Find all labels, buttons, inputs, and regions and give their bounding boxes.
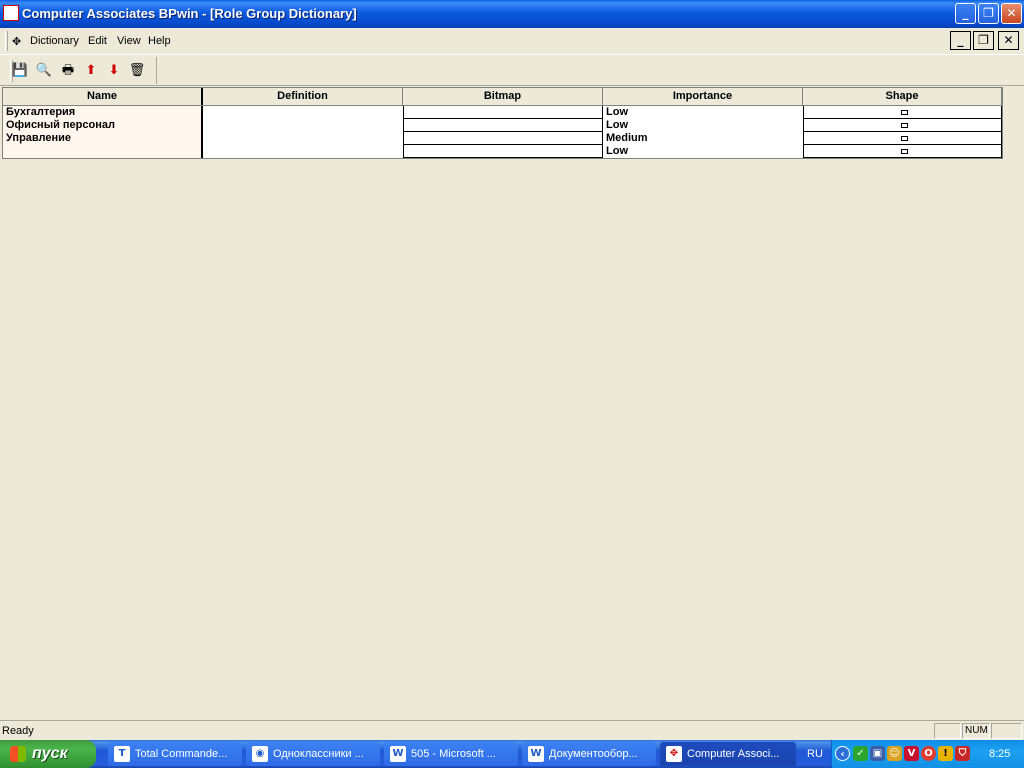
definition-cell[interactable] bbox=[203, 119, 403, 132]
delete-icon[interactable]: 🗑 bbox=[128, 62, 146, 80]
toolbar: 💾 🔍 🖶 ⬆ ⬇ 🗑 bbox=[0, 56, 1024, 86]
column-header-shape[interactable]: Shape bbox=[803, 88, 1002, 105]
chrome-icon: ◉ bbox=[252, 746, 268, 762]
name-cell[interactable]: Офисный персонал bbox=[3, 119, 203, 132]
shape-cell[interactable] bbox=[803, 145, 1002, 158]
status-num-indicator: NUM bbox=[962, 723, 990, 739]
task-label: Computer Associ... bbox=[687, 748, 780, 760]
shape-cell[interactable] bbox=[803, 119, 1002, 132]
task-bpwin[interactable]: ✥ Computer Associ... bbox=[660, 742, 796, 766]
task-label: Документообор... bbox=[549, 748, 638, 760]
importance-cell[interactable]: Low bbox=[603, 106, 803, 119]
mdi-close-button[interactable]: ✕ bbox=[998, 31, 1019, 50]
status-bar: Ready NUM bbox=[0, 720, 1024, 740]
menu-bar: ✥ Dictionary Edit View Help _ ❐ ✕ bbox=[0, 28, 1024, 55]
word-icon: W bbox=[390, 746, 406, 762]
tray-warning-icon[interactable]: ! bbox=[938, 746, 953, 761]
task-label: Одноклассники ... bbox=[273, 748, 364, 760]
start-button[interactable]: пуск bbox=[0, 740, 96, 768]
definition-cell[interactable] bbox=[203, 145, 403, 158]
tray-shield-icon[interactable]: ⛉ bbox=[955, 746, 970, 761]
table-row[interactable]: Управление Medium bbox=[3, 132, 1002, 145]
shape-preview-icon bbox=[900, 136, 908, 141]
windows-logo-icon bbox=[10, 746, 26, 762]
save-icon[interactable]: 💾 bbox=[11, 62, 29, 80]
mdi-child-icon[interactable]: ✥ bbox=[12, 35, 21, 48]
task-label: 505 - Microsoft ... bbox=[411, 748, 496, 760]
role-group-grid: Name Definition Bitmap Importance Shape … bbox=[2, 87, 1003, 159]
task-total-commander[interactable]: T Total Commande... bbox=[108, 742, 242, 766]
window-title: Computer Associates BPwin - [Role Group … bbox=[22, 6, 357, 21]
mdi-restore-button[interactable]: ❐ bbox=[973, 31, 994, 50]
system-tray: ‹ ✓ ▣ ☺ V O ! ⛉ 8:25 bbox=[831, 740, 1024, 768]
grid-header-row: Name Definition Bitmap Importance Shape bbox=[3, 88, 1002, 106]
table-row[interactable]: Офисный персонал Low bbox=[3, 119, 1002, 132]
column-header-bitmap[interactable]: Bitmap bbox=[403, 88, 603, 105]
table-row[interactable]: Low bbox=[3, 145, 1002, 158]
importance-cell[interactable]: Low bbox=[603, 145, 803, 158]
language-indicator[interactable]: RU bbox=[800, 740, 830, 768]
status-text: Ready bbox=[2, 725, 34, 737]
bitmap-cell[interactable] bbox=[403, 145, 603, 158]
import-icon[interactable]: ⬆ bbox=[82, 62, 100, 80]
task-chrome-odnoklassniki[interactable]: ◉ Одноклассники ... bbox=[246, 742, 380, 766]
status-pane-scroll bbox=[991, 723, 1022, 739]
toolbar-band: 💾 🔍 🖶 ⬆ ⬇ 🗑 bbox=[7, 57, 157, 84]
close-button[interactable]: ✕ bbox=[1001, 3, 1022, 24]
importance-cell[interactable]: Medium bbox=[603, 132, 803, 145]
tray-expand-icon[interactable]: ‹ bbox=[835, 746, 850, 761]
tray-opera-icon[interactable]: O bbox=[921, 746, 936, 761]
bpwin-icon: ✥ bbox=[666, 746, 682, 762]
shape-preview-icon bbox=[900, 149, 908, 154]
mdi-minimize-button[interactable]: _ bbox=[950, 31, 971, 50]
tray-agent-icon[interactable]: ☺ bbox=[887, 746, 902, 761]
start-label: пуск bbox=[32, 745, 68, 762]
importance-cell[interactable]: Low bbox=[603, 119, 803, 132]
title-bar: Computer Associates BPwin - [Role Group … bbox=[0, 0, 1024, 28]
print-preview-icon[interactable]: 🔍 bbox=[35, 62, 53, 80]
export-icon[interactable]: ⬇ bbox=[105, 62, 123, 80]
name-cell[interactable]: Бухгалтерия bbox=[3, 106, 203, 119]
shape-preview-icon bbox=[900, 123, 908, 128]
menubar-grip[interactable] bbox=[5, 31, 8, 51]
column-header-definition[interactable]: Definition bbox=[203, 88, 403, 105]
task-label: Total Commande... bbox=[135, 748, 228, 760]
status-pane-empty bbox=[934, 723, 961, 739]
taskbar: пуск T Total Commande... ◉ Одноклассники… bbox=[0, 740, 1024, 768]
tray-network-icon[interactable]: ▣ bbox=[870, 746, 885, 761]
menu-dictionary[interactable]: Dictionary bbox=[30, 35, 79, 47]
name-cell[interactable] bbox=[3, 145, 203, 158]
definition-cell[interactable] bbox=[203, 132, 403, 145]
name-cell[interactable]: Управление bbox=[3, 132, 203, 145]
total-commander-icon: T bbox=[114, 746, 130, 762]
tray-v-icon[interactable]: V bbox=[904, 746, 919, 761]
menu-edit[interactable]: Edit bbox=[88, 35, 107, 47]
restore-button[interactable]: ❐ bbox=[978, 3, 999, 24]
bitmap-cell[interactable] bbox=[403, 119, 603, 132]
definition-cell[interactable] bbox=[203, 106, 403, 119]
minimize-button[interactable]: _ bbox=[955, 3, 976, 24]
tray-antivirus-icon[interactable]: ✓ bbox=[853, 746, 868, 761]
bitmap-cell[interactable] bbox=[403, 132, 603, 145]
table-row[interactable]: Бухгалтерия Low bbox=[3, 106, 1002, 119]
bpwin-app-icon[interactable] bbox=[3, 5, 19, 21]
column-header-name[interactable]: Name bbox=[3, 88, 203, 105]
task-word-document[interactable]: W Документообор... bbox=[522, 742, 656, 766]
shape-cell[interactable] bbox=[803, 106, 1002, 119]
clock: 8:25 bbox=[989, 748, 1011, 760]
task-word-505[interactable]: W 505 - Microsoft ... bbox=[384, 742, 518, 766]
menu-help[interactable]: Help bbox=[148, 35, 171, 47]
shape-cell[interactable] bbox=[803, 132, 1002, 145]
shape-preview-icon bbox=[900, 110, 908, 115]
print-icon[interactable]: 🖶 bbox=[59, 62, 77, 80]
word-icon: W bbox=[528, 746, 544, 762]
column-header-importance[interactable]: Importance bbox=[603, 88, 803, 105]
bitmap-cell[interactable] bbox=[403, 106, 603, 119]
menu-view[interactable]: View bbox=[117, 35, 141, 47]
